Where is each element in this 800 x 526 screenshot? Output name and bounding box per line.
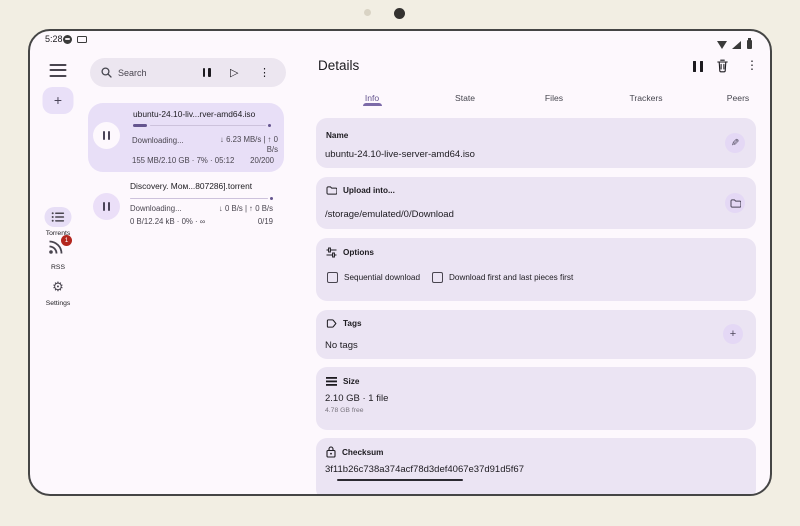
settings-gear-icon[interactable]: ⚙ bbox=[52, 279, 64, 294]
active-tab-indicator bbox=[363, 103, 382, 106]
size-label: Size bbox=[326, 377, 359, 386]
pause-all-button[interactable] bbox=[203, 58, 211, 87]
checksum-card: Checksum 3f11b26c738a374acf78d3def4067e3… bbox=[316, 438, 756, 496]
checkbox-icon bbox=[432, 272, 443, 283]
torrent-peers: 20/200 bbox=[250, 156, 274, 165]
add-torrent-button[interactable]: + bbox=[43, 87, 74, 114]
choose-folder-button[interactable] bbox=[725, 193, 745, 213]
camera-dot bbox=[394, 8, 405, 19]
upload-label: Upload into... bbox=[326, 186, 395, 195]
search-icon bbox=[101, 58, 112, 87]
details-pause-button[interactable] bbox=[693, 61, 703, 72]
tab-info[interactable]: Info bbox=[365, 93, 379, 103]
sidebar-label-rss: RSS bbox=[51, 264, 65, 271]
tags-card: Tags No tags + bbox=[316, 310, 756, 359]
tab-trackers[interactable]: Trackers bbox=[629, 93, 662, 103]
checksum-underline bbox=[337, 479, 463, 481]
storage-lines-icon bbox=[326, 377, 337, 386]
checkbox-icon bbox=[327, 272, 338, 283]
tab-state[interactable]: State bbox=[455, 93, 475, 103]
battery-icon bbox=[747, 40, 752, 49]
torrent-row-ubuntu[interactable]: ubuntu-24.10-liv...rver-amd64.iso Downlo… bbox=[88, 103, 284, 172]
cell-signal-icon bbox=[732, 41, 741, 49]
torrent-row-discovery[interactable]: Discovery. Мом...807286].torrent Downloa… bbox=[88, 179, 284, 235]
torrent-name: ubuntu-24.10-liv...rver-amd64.iso bbox=[133, 109, 279, 119]
tags-value: No tags bbox=[325, 340, 358, 351]
folder-icon bbox=[730, 199, 741, 208]
torrent-name: Discovery. Мом...807286].torrent bbox=[130, 181, 280, 191]
name-value: ubuntu-24.10-live-server-amd64.iso bbox=[325, 149, 475, 160]
tags-label: Tags bbox=[326, 318, 362, 329]
folder-icon bbox=[326, 186, 337, 195]
torrent-info: 155 MB/2.10 GB · 7% · 05:12 bbox=[132, 156, 234, 165]
torrent-peers: 0/19 bbox=[258, 217, 273, 226]
torrent-speeds: ↓ 6.23 MB/s | ↑ 0 B/s bbox=[212, 135, 278, 154]
lock-icon bbox=[326, 446, 336, 458]
menu-icon[interactable] bbox=[50, 64, 67, 80]
camera-dot-secondary bbox=[364, 9, 371, 16]
search-bar[interactable]: Search ▷ ⋮ bbox=[90, 58, 286, 87]
torrent-speeds: ↓ 0 B/s | ↑ 0 B/s bbox=[219, 204, 273, 213]
size-value: 2.10 GB · 1 file bbox=[325, 393, 388, 404]
size-card: Size 2.10 GB · 1 file 4.78 GB free bbox=[316, 367, 756, 430]
options-card: Options Sequential download Download fir… bbox=[316, 238, 756, 301]
edit-name-button[interactable]: ✎ bbox=[725, 133, 745, 153]
first-last-pieces-checkbox[interactable]: Download first and last pieces first bbox=[432, 272, 573, 283]
rss-badge: 1 bbox=[61, 235, 72, 246]
details-menu-button[interactable]: ⋮ bbox=[746, 58, 758, 72]
nav-rail: + Torrents 1 RSS ⚙ Settings bbox=[38, 31, 78, 494]
sidebar-label-settings: Settings bbox=[46, 300, 71, 307]
list-menu-button[interactable]: ⋮ bbox=[259, 58, 270, 87]
upload-path-card: Upload into... /storage/emulated/0/Downl… bbox=[316, 177, 756, 229]
tag-icon bbox=[326, 318, 337, 329]
name-card: Name ubuntu-24.10-live-server-amd64.iso … bbox=[316, 118, 756, 168]
torrent-progress-bar bbox=[133, 124, 271, 127]
options-label: Options bbox=[326, 247, 374, 258]
torrent-status: Downloading... bbox=[130, 204, 182, 213]
upload-path-value: /storage/emulated/0/Download bbox=[325, 209, 454, 220]
torrent-list-icon bbox=[52, 212, 65, 222]
tab-peers[interactable]: Peers bbox=[727, 93, 749, 103]
details-title: Details bbox=[318, 58, 359, 73]
checksum-value: 3f11b26c738a374acf78d3def4067e37d91d5f67 bbox=[325, 464, 524, 475]
checksum-label: Checksum bbox=[326, 446, 383, 458]
free-space-value: 4.78 GB free bbox=[325, 407, 364, 414]
tablet-screen: 5:28 + Torrents 1 RSS ⚙ Settings bbox=[28, 29, 772, 496]
sidebar-item-torrents[interactable] bbox=[45, 207, 72, 227]
name-label: Name bbox=[326, 131, 348, 140]
tune-icon bbox=[326, 247, 337, 258]
display-notification-icon bbox=[77, 36, 87, 43]
delete-icon[interactable] bbox=[716, 59, 729, 73]
wifi-icon bbox=[717, 41, 727, 49]
tab-files[interactable]: Files bbox=[545, 93, 563, 103]
sequential-download-checkbox[interactable]: Sequential download bbox=[327, 272, 420, 283]
search-input[interactable]: Search bbox=[118, 58, 147, 87]
resume-all-button[interactable]: ▷ bbox=[230, 58, 238, 87]
torrent-pause-button[interactable] bbox=[93, 193, 120, 220]
torrent-status: Downloading... bbox=[132, 136, 184, 145]
sidebar-item-rss[interactable]: 1 bbox=[48, 239, 68, 257]
torrent-progress-bar bbox=[130, 197, 273, 200]
pencil-icon: ✎ bbox=[731, 138, 739, 149]
torrent-info: 0 B/12.24 kB · 0% · ∞ bbox=[130, 217, 205, 226]
add-tag-button[interactable]: + bbox=[723, 324, 743, 344]
torrent-pause-button[interactable] bbox=[93, 122, 120, 149]
